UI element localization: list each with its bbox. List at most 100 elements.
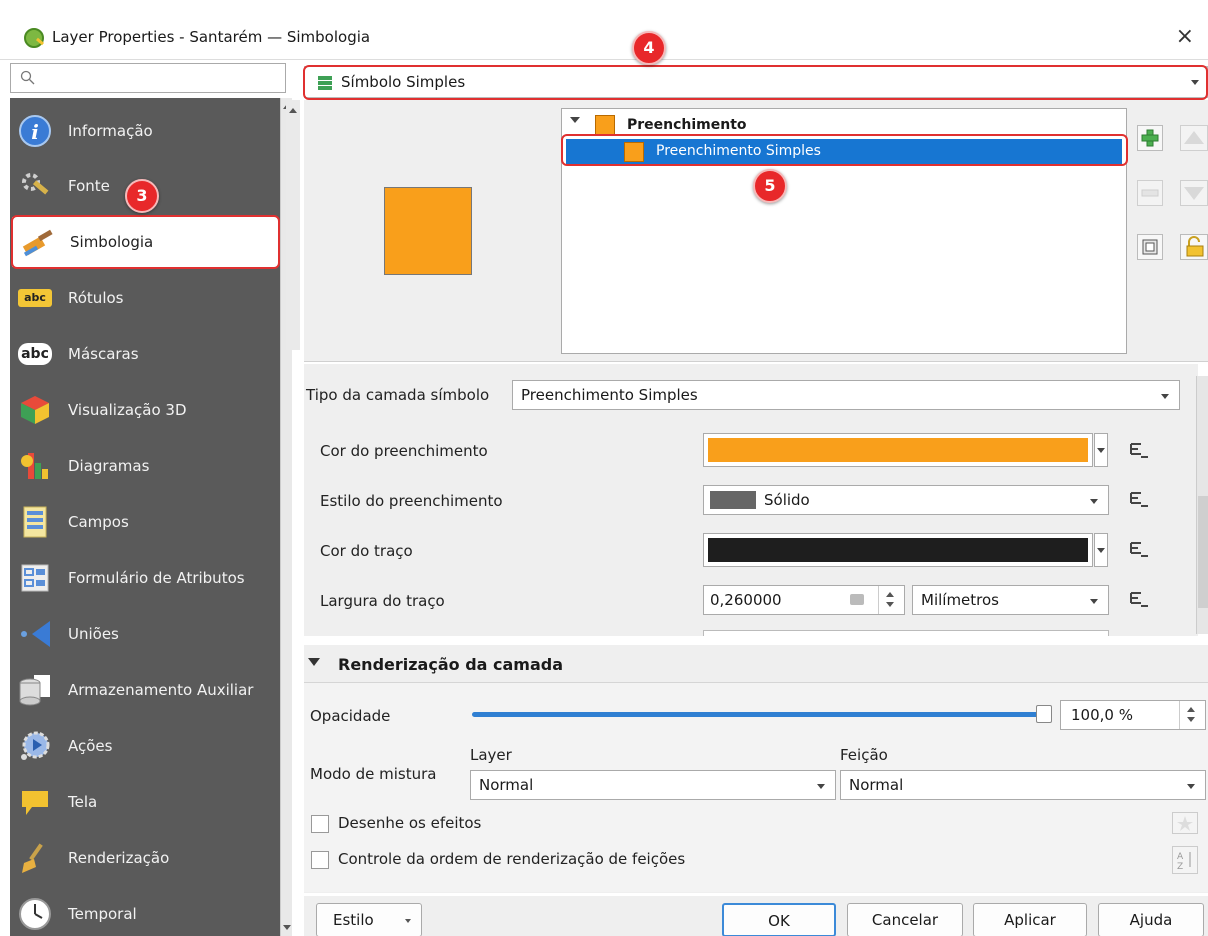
rendering-icon	[22, 843, 43, 873]
help-button[interactable]: Ajuda	[1098, 903, 1204, 936]
render-order-settings-button[interactable]: AZ	[1172, 846, 1198, 874]
arrow-down-icon	[1184, 187, 1204, 200]
cancel-button[interactable]: Cancelar	[847, 903, 963, 936]
stroke-width-unit-value: Milímetros	[921, 591, 999, 609]
scroll-down-icon[interactable]	[283, 925, 291, 930]
blend-layer-label: Layer	[470, 746, 512, 764]
sidebar-item-rotulos[interactable]: abc Rótulos	[10, 273, 280, 323]
remove-layer-button[interactable]	[1137, 180, 1163, 206]
scrollbar-thumb[interactable]	[1198, 496, 1208, 608]
add-layer-button[interactable]	[1137, 125, 1163, 151]
actions-icon	[21, 731, 50, 760]
sort-icon: AZ	[1177, 852, 1191, 872]
fill-color-button[interactable]	[703, 433, 1093, 467]
ok-button[interactable]: OK	[722, 903, 836, 936]
sidebar-item-tela[interactable]: Tela	[10, 777, 280, 827]
feature-blend-value: Normal	[849, 776, 904, 794]
apply-button[interactable]: Aplicar	[973, 903, 1087, 936]
draw-effects-checkbox[interactable]	[311, 815, 329, 833]
chevron-down-icon	[1090, 599, 1098, 604]
plus-icon	[1141, 129, 1159, 147]
chevron-down-icon	[1187, 784, 1195, 789]
effects-settings-button[interactable]	[1172, 812, 1198, 834]
layer-blend-select[interactable]: Normal	[470, 770, 836, 800]
fill-color-menu-button[interactable]	[1094, 433, 1108, 467]
sidebar-item-mascaras[interactable]: abc Máscaras	[10, 329, 280, 379]
lock-icon	[1186, 236, 1204, 257]
spin-up-icon[interactable]	[886, 592, 894, 597]
move-up-button[interactable]	[1180, 125, 1208, 151]
info-icon: i	[19, 115, 51, 147]
opacity-slider-track[interactable]	[472, 712, 1042, 717]
data-defined-override-icon[interactable]	[1128, 539, 1150, 561]
sidebar-item-unioes[interactable]: Uniões	[10, 609, 280, 659]
blend-feature-label: Feição	[840, 746, 888, 764]
svg-text:Z: Z	[1177, 862, 1183, 872]
style-button[interactable]: Estilo	[316, 903, 422, 936]
duplicate-layer-button[interactable]	[1137, 234, 1163, 260]
sidebar-item-armazenamento[interactable]: Armazenamento Auxiliar	[10, 665, 280, 715]
symbol-preview	[384, 187, 472, 275]
move-down-button[interactable]	[1180, 180, 1208, 206]
sidebar-item-label: Renderização	[68, 849, 170, 867]
close-icon[interactable]: ×	[1176, 24, 1194, 49]
sidebar-item-formulario[interactable]: Formulário de Atributos	[10, 553, 280, 603]
lock-layer-button[interactable]	[1180, 234, 1208, 260]
masks-icon: abc	[18, 343, 52, 365]
stroke-width-input[interactable]: 0,260000	[703, 585, 905, 615]
collapse-triangle-icon[interactable]	[308, 658, 320, 666]
sidebar-item-acoes[interactable]: Ações	[10, 721, 280, 771]
labels-icon: abc	[18, 289, 52, 307]
sidebar-item-label: Ações	[68, 737, 113, 755]
scroll-up-icon[interactable]	[289, 108, 297, 113]
next-row-edge	[703, 630, 1109, 636]
collapse-icon[interactable]	[570, 117, 580, 123]
spin-down-icon[interactable]	[886, 602, 894, 607]
stroke-width-value: 0,260000	[710, 591, 782, 609]
sidebar-item-campos[interactable]: Campos	[10, 497, 280, 547]
layer-rendering-header[interactable]: Renderização da camada	[338, 655, 563, 674]
callout-5: 5	[753, 169, 787, 203]
sidebar-item-visualizacao-3d[interactable]: Visualização 3D	[10, 385, 280, 435]
sidebar-item-temporal[interactable]: Temporal	[10, 889, 280, 936]
3d-icon	[21, 396, 49, 424]
spin-down-icon[interactable]	[1187, 717, 1195, 722]
display-icon	[22, 791, 48, 815]
preview-scrollbar[interactable]	[286, 100, 300, 350]
sidebar-item-label: Fonte	[68, 177, 110, 195]
chevron-down-icon	[405, 919, 411, 923]
fill-style-select[interactable]: Sólido	[703, 485, 1109, 515]
draw-effects-label: Desenhe os efeitos	[338, 814, 482, 832]
symbol-layer-type-select[interactable]: Preenchimento Simples	[512, 380, 1180, 410]
stroke-color-menu-button[interactable]	[1094, 533, 1108, 567]
opacity-value: 100,0 %	[1071, 706, 1133, 724]
symbol-layer-type-label: Tipo da camada símbolo	[306, 386, 490, 404]
data-defined-override-icon[interactable]	[1128, 489, 1150, 511]
arrow-up-icon	[1184, 131, 1204, 144]
opacity-label: Opacidade	[310, 707, 391, 725]
stroke-color-button[interactable]	[703, 533, 1093, 567]
attributes-form-icon	[21, 564, 49, 592]
opacity-input[interactable]: 100,0 %	[1060, 700, 1206, 730]
search-input[interactable]	[10, 63, 286, 93]
render-order-checkbox[interactable]	[311, 851, 329, 869]
stroke-width-unit-select[interactable]: Milímetros	[912, 585, 1109, 615]
data-defined-override-icon[interactable]	[1128, 440, 1150, 462]
diagrams-icon	[21, 453, 48, 479]
temporal-icon	[19, 898, 51, 930]
sidebar-item-label: Formulário de Atributos	[68, 569, 245, 587]
spin-up-icon[interactable]	[1187, 707, 1195, 712]
chevron-down-icon	[1090, 499, 1098, 504]
sidebar-item-label: Máscaras	[68, 345, 139, 363]
clear-icon[interactable]	[850, 594, 864, 605]
svg-text:i: i	[31, 120, 39, 144]
data-defined-override-icon[interactable]	[1128, 589, 1150, 611]
sidebar-item-diagramas[interactable]: Diagramas	[10, 441, 280, 491]
feature-blend-select[interactable]: Normal	[840, 770, 1206, 800]
sidebar-item-renderizacao[interactable]: Renderização	[10, 833, 280, 883]
properties-scrollbar[interactable]	[1196, 376, 1208, 634]
chevron-down-icon	[1097, 448, 1105, 453]
opacity-slider-handle[interactable]	[1036, 705, 1052, 723]
sidebar-item-informacao[interactable]: i Informação	[10, 106, 280, 156]
svg-text:A: A	[1177, 852, 1184, 862]
